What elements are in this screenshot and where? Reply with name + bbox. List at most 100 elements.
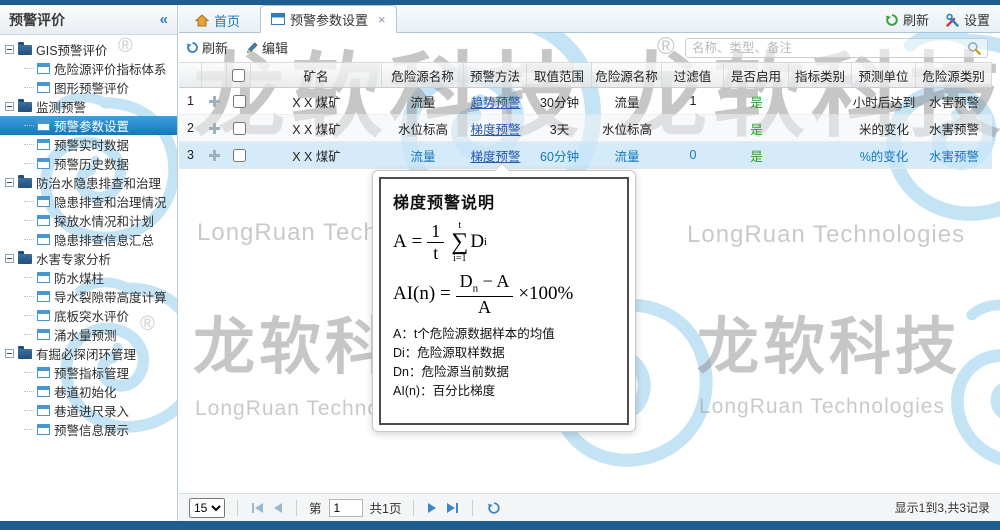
sidebar-folder[interactable]: 防治水隐患排查和治理 — [0, 173, 177, 192]
row-checkbox[interactable] — [233, 95, 246, 108]
sidebar-item[interactable]: 危险源评价指标体系 — [0, 59, 177, 78]
column-header[interactable]: 危险源类别 — [916, 63, 992, 87]
sidebar-item[interactable]: 预警历史数据 — [0, 154, 177, 173]
warning-method-link[interactable]: 梯度预警 — [470, 119, 520, 138]
sidebar-folder[interactable]: GIS预警评价 — [0, 40, 177, 59]
value-range-cell: 30分钟 — [527, 88, 592, 114]
table-row[interactable]: 3X X 煤矿流量梯度预警60分钟流量0是%的变化水害预警 — [179, 142, 992, 169]
row-checkbox[interactable] — [233, 149, 246, 162]
grid-edit-button[interactable]: 编辑 — [246, 38, 288, 57]
search-icon[interactable] — [967, 41, 981, 55]
folder-icon — [18, 349, 32, 359]
column-header[interactable]: 过滤值 — [662, 63, 724, 87]
collapse-node-icon[interactable] — [5, 178, 14, 187]
column-header[interactable]: 指标类别 — [789, 63, 852, 87]
collapse-node-icon[interactable] — [5, 349, 14, 358]
window-icon — [37, 291, 50, 302]
sidebar-item[interactable]: 底板突水评价 — [0, 306, 177, 325]
column-header[interactable]: 取值范围 — [527, 63, 592, 87]
column-header[interactable]: 危险源名称 — [382, 63, 464, 87]
settings-button[interactable]: 设置 — [945, 10, 990, 29]
tab-close-icon[interactable]: × — [378, 12, 386, 27]
indicator-type-cell — [789, 142, 852, 168]
row-number: 1 — [179, 88, 202, 114]
sidebar-item[interactable]: 巷道进尺录入 — [0, 401, 177, 420]
column-header[interactable]: 矿名 — [251, 63, 382, 87]
window-icon — [37, 63, 50, 74]
page-number-input[interactable] — [329, 499, 363, 517]
formula-gradient: AI(n) = Dn − AA ×100% — [393, 272, 615, 317]
warning-method-link[interactable]: 梯度预警 — [470, 146, 520, 165]
sidebar-folder[interactable]: 水害专家分析 — [0, 249, 177, 268]
page-prefix-label: 第 — [309, 498, 322, 517]
expand-plus-icon[interactable] — [209, 123, 220, 134]
column-header[interactable]: 是否启用 — [724, 63, 789, 87]
prev-page-button[interactable] — [272, 501, 284, 515]
window-icon — [37, 234, 50, 245]
expand-plus-icon[interactable] — [209, 96, 220, 107]
pagination-bar: 15 第 共1页 显示1到3,共3记录 — [179, 493, 1000, 521]
warning-method-link[interactable]: 趋势预警 — [470, 92, 520, 111]
legend-line: AI(n)：百分比梯度 — [393, 382, 615, 401]
row-number: 2 — [179, 115, 202, 141]
filter-value-cell: 1 — [662, 88, 724, 114]
last-page-button[interactable] — [445, 501, 460, 515]
sidebar-item[interactable]: 探放水情况和计划 — [0, 211, 177, 230]
sidebar-collapse-button[interactable]: « — [160, 11, 168, 28]
watermark-text: LongRuan Technologies — [699, 395, 945, 419]
mine-name-cell: X X 煤矿 — [251, 88, 382, 114]
sidebar-item[interactable]: 涌水量预测 — [0, 325, 177, 344]
next-page-button[interactable] — [426, 501, 438, 515]
sidebar-item[interactable]: 巷道初始化 — [0, 382, 177, 401]
table-row[interactable]: 2X X 煤矿水位标高梯度预警3天水位标高是米的变化水害预警 — [179, 115, 992, 142]
refresh-icon — [186, 41, 199, 54]
tools-icon — [945, 13, 960, 27]
sidebar-item[interactable]: 图形预警评价 — [0, 78, 177, 97]
select-all-checkbox[interactable] — [232, 69, 245, 82]
collapse-node-icon[interactable] — [5, 254, 14, 263]
sidebar-item[interactable]: 预警信息展示 — [0, 420, 177, 439]
filter-value-cell: 0 — [662, 142, 724, 168]
search-box — [685, 38, 988, 58]
table-row[interactable]: 1X X 煤矿流量趋势预警30分钟流量1是小时后达到水害预警 — [179, 88, 992, 115]
window-icon — [37, 386, 50, 397]
tab-bar: 首页 预警参数设置 × 刷新 设置 — [179, 5, 1000, 33]
hazard-source-cell: 流量 — [592, 142, 662, 168]
sidebar-item[interactable]: 隐患排查和治理情况 — [0, 192, 177, 211]
window-icon — [37, 158, 50, 169]
gradient-warning-popup: 梯度预警说明 A = 1t t∑i=1 Di AI(n) = Dn − AA ×… — [372, 170, 636, 432]
enabled-flag: 是 — [750, 92, 763, 111]
tab-home[interactable]: 首页 — [185, 8, 250, 32]
legend-line: A：t个危险源数据样本的均值 — [393, 325, 615, 344]
sidebar-folder[interactable]: 监测预警 — [0, 97, 177, 116]
column-header[interactable]: 危险源名称 — [592, 63, 662, 87]
sidebar: ®® 预警评价 « GIS预警评价危险源评价指标体系图形预警评价监测预警预警参数… — [0, 5, 178, 521]
collapse-node-icon[interactable] — [5, 102, 14, 111]
sidebar-folder[interactable]: 有掘必探闭环管理 — [0, 344, 177, 363]
sidebar-item[interactable]: 防水煤柱 — [0, 268, 177, 287]
expand-plus-icon[interactable] — [209, 150, 220, 161]
sidebar-item[interactable]: 预警参数设置 — [0, 116, 177, 135]
grid-refresh-button[interactable]: 刷新 — [186, 38, 228, 57]
column-header[interactable]: 预测单位 — [852, 63, 916, 87]
sidebar-item[interactable]: 隐患排查信息汇总 — [0, 230, 177, 249]
reload-button[interactable] — [485, 499, 503, 517]
tab-warning-params[interactable]: 预警参数设置 × — [260, 5, 397, 33]
filter-value-cell — [662, 115, 724, 141]
sidebar-item[interactable]: 预警指标管理 — [0, 363, 177, 382]
search-input[interactable] — [692, 41, 967, 55]
top-accent-bar — [0, 0, 1000, 5]
folder-icon — [18, 178, 32, 188]
page-total-label: 共1页 — [370, 498, 402, 517]
refresh-page-button[interactable]: 刷新 — [885, 10, 929, 29]
sidebar-item[interactable]: 导水裂隙带高度计算 — [0, 287, 177, 306]
sidebar-item[interactable]: 预警实时数据 — [0, 135, 177, 154]
collapse-node-icon[interactable] — [5, 45, 14, 54]
column-header[interactable]: 预警方法 — [464, 63, 527, 87]
app-window: ®® 预警评价 « GIS预警评价危险源评价指标体系图形预警评价监测预警预警参数… — [0, 0, 1000, 530]
row-checkbox[interactable] — [233, 122, 246, 135]
tab-label: 预警参数设置 — [290, 10, 368, 29]
first-page-button[interactable] — [250, 501, 265, 515]
page-size-select[interactable]: 15 — [189, 498, 225, 518]
value-range-cell: 3天 — [527, 115, 592, 141]
